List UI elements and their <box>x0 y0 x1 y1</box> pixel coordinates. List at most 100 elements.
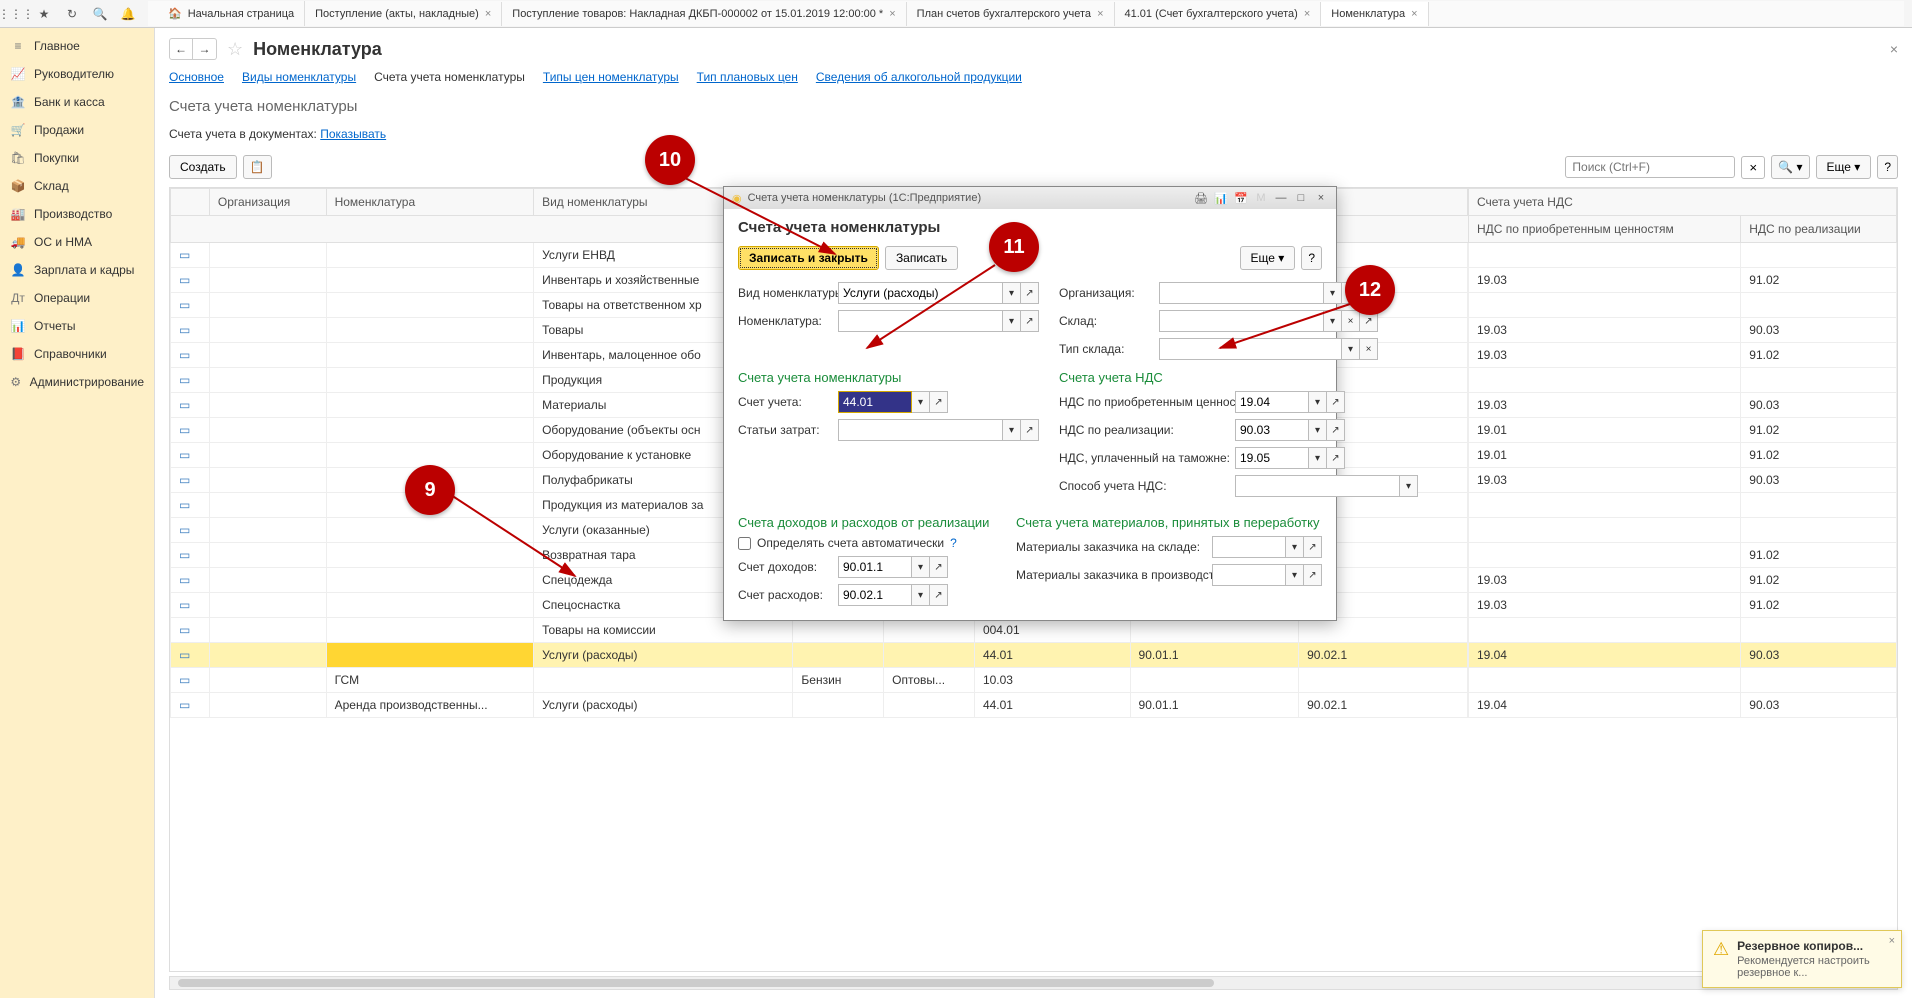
nav-forward-button[interactable]: → <box>193 38 217 60</box>
help-icon[interactable]: ? <box>950 536 957 550</box>
col-group-nds[interactable]: Счета учета НДС <box>1468 189 1896 216</box>
sidebar-item-assets[interactable]: 🚚ОС и НМА <box>0 228 154 256</box>
open-icon[interactable]: ↗ <box>1327 419 1345 441</box>
favorite-icon[interactable]: ☆ <box>227 39 243 60</box>
col-org[interactable]: Организация <box>209 189 326 216</box>
col-nds-real[interactable]: НДС по реализации <box>1741 216 1897 243</box>
table-row[interactable]: ▭ Услуги (расходы) 44.01 90.01.1 90.02.1… <box>171 643 1897 668</box>
clear-search-button[interactable]: × <box>1741 156 1765 179</box>
table-row[interactable]: ▭ Аренда производственны... Услуги (расх… <box>171 693 1897 718</box>
close-icon[interactable]: × <box>1304 8 1310 20</box>
open-icon[interactable]: ↗ <box>1021 310 1039 332</box>
dropdown-icon[interactable]: ▾ <box>1286 564 1304 586</box>
dropdown-icon[interactable]: ▾ <box>1286 536 1304 558</box>
calendar-icon[interactable]: 📅 <box>1234 191 1248 205</box>
auto-checkbox[interactable] <box>738 537 751 550</box>
mat-skl-input[interactable] <box>1212 536 1286 558</box>
open-icon[interactable]: ↗ <box>1021 419 1039 441</box>
close-icon[interactable]: × <box>1314 191 1328 205</box>
dialog-more-button[interactable]: Еще ▾ <box>1240 246 1296 270</box>
tab-item[interactable]: 41.01 (Счет бухгалтерского учета) × <box>1115 2 1322 26</box>
search-icon[interactable]: 🔍 <box>92 6 108 22</box>
apps-icon[interactable]: ⋮⋮⋮ <box>8 6 24 22</box>
sidebar-item-admin[interactable]: ⚙Администрирование <box>0 368 154 396</box>
close-icon[interactable]: × <box>485 8 491 20</box>
history-icon[interactable]: ↻ <box>64 6 80 22</box>
close-icon[interactable]: × <box>1097 8 1103 20</box>
nds-real-input[interactable] <box>1235 419 1309 441</box>
nom-input[interactable] <box>838 310 1003 332</box>
open-icon[interactable]: ↗ <box>1021 282 1039 304</box>
sidebar-item-production[interactable]: 🏭Производство <box>0 200 154 228</box>
sidebar-item-hr[interactable]: 👤Зарплата и кадры <box>0 256 154 284</box>
close-icon[interactable]: × <box>889 8 895 20</box>
col-icon[interactable] <box>171 189 210 216</box>
open-icon[interactable]: ↗ <box>930 556 948 578</box>
dropdown-icon[interactable]: ▾ <box>1309 391 1327 413</box>
sidebar-item-operations[interactable]: ДтОперации <box>0 284 154 312</box>
search-button[interactable]: 🔍 ▾ <box>1771 155 1809 179</box>
dropdown-icon[interactable]: ▾ <box>1309 447 1327 469</box>
stati-input[interactable] <box>838 419 1003 441</box>
dohod-input[interactable] <box>838 556 912 578</box>
minimize-icon[interactable]: — <box>1274 191 1288 205</box>
tip-sklada-input[interactable] <box>1159 338 1342 360</box>
sidebar-item-warehouse[interactable]: 📦Склад <box>0 172 154 200</box>
sidebar-item-reports[interactable]: 📊Отчеты <box>0 312 154 340</box>
vid-input[interactable] <box>838 282 1003 304</box>
clear-icon[interactable]: × <box>1360 338 1378 360</box>
tab-home[interactable]: 🏠 Начальная страница <box>148 1 305 26</box>
mat-pr-input[interactable] <box>1212 564 1286 586</box>
sposob-input[interactable] <box>1235 475 1400 497</box>
dropdown-icon[interactable]: ▾ <box>1003 310 1021 332</box>
save-button[interactable]: Записать <box>885 246 958 270</box>
dropdown-icon[interactable]: ▾ <box>1324 310 1342 332</box>
sidebar-item-sales[interactable]: 🛒Продажи <box>0 116 154 144</box>
sklad-input[interactable] <box>1159 310 1324 332</box>
subnav-link[interactable]: Виды номенклатуры <box>242 70 356 84</box>
close-icon[interactable]: × <box>1889 935 1895 947</box>
sidebar-item-purchases[interactable]: 🛍Покупки <box>0 144 154 172</box>
dropdown-icon[interactable]: ▾ <box>912 391 930 413</box>
subnav-link[interactable]: Сведения об алкогольной продукции <box>816 70 1022 84</box>
close-icon[interactable]: × <box>1411 8 1417 20</box>
dropdown-icon[interactable]: ▾ <box>1003 282 1021 304</box>
col-nom[interactable]: Номенклатура <box>326 189 533 216</box>
help-button[interactable]: ? <box>1877 155 1898 179</box>
horizontal-scrollbar[interactable] <box>169 976 1898 990</box>
col-nds-pr[interactable]: НДС по приобретенным ценностям <box>1468 216 1740 243</box>
sidebar-item-manager[interactable]: 📈Руководителю <box>0 60 154 88</box>
org-input[interactable] <box>1159 282 1324 304</box>
open-icon[interactable]: ↗ <box>1304 564 1322 586</box>
tab-item-active[interactable]: Номенклатура × <box>1321 2 1428 26</box>
star-icon[interactable]: ★ <box>36 6 52 22</box>
table-row[interactable]: ▭ ГСМ Бензин Оптовы... 10.03 <box>171 668 1897 693</box>
tab-item[interactable]: Поступление (акты, накладные) × <box>305 2 502 26</box>
nds-pr-input[interactable] <box>1235 391 1309 413</box>
dropdown-icon[interactable]: ▾ <box>912 584 930 606</box>
open-icon[interactable]: ↗ <box>1304 536 1322 558</box>
schet-input[interactable] <box>838 391 912 413</box>
create-button[interactable]: Создать <box>169 155 237 179</box>
sidebar-item-directories[interactable]: 📕Справочники <box>0 340 154 368</box>
backup-notification[interactable]: ⚠ Резервное копиров... Рекомендуется нас… <box>1702 930 1902 988</box>
nds-tam-input[interactable] <box>1235 447 1309 469</box>
dialog-titlebar[interactable]: ◉ Счета учета номенклатуры (1С:Предприят… <box>724 187 1336 209</box>
subnav-link[interactable]: Тип плановых цен <box>697 70 798 84</box>
nav-back-button[interactable]: ← <box>169 38 193 60</box>
dropdown-icon[interactable]: ▾ <box>1309 419 1327 441</box>
rashod-input[interactable] <box>838 584 912 606</box>
table-row[interactable]: ▭ Товары на комиссии 004.01 <box>171 618 1897 643</box>
dropdown-icon[interactable]: ▾ <box>1400 475 1418 497</box>
bell-icon[interactable]: 🔔 <box>120 6 136 22</box>
dropdown-icon[interactable]: ▾ <box>1324 282 1342 304</box>
subnav-link[interactable]: Основное <box>169 70 224 84</box>
subnav-link-active[interactable]: Счета учета номенклатуры <box>374 70 525 84</box>
more-button[interactable]: Еще ▾ <box>1816 155 1872 179</box>
save-close-button[interactable]: Записать и закрыть <box>738 246 879 270</box>
dialog-help-button[interactable]: ? <box>1301 246 1322 270</box>
sidebar-item-bank[interactable]: 🏦Банк и касса <box>0 88 154 116</box>
dropdown-icon[interactable]: ▾ <box>912 556 930 578</box>
dropdown-icon[interactable]: ▾ <box>1342 338 1360 360</box>
page-close-icon[interactable]: × <box>1890 41 1898 57</box>
